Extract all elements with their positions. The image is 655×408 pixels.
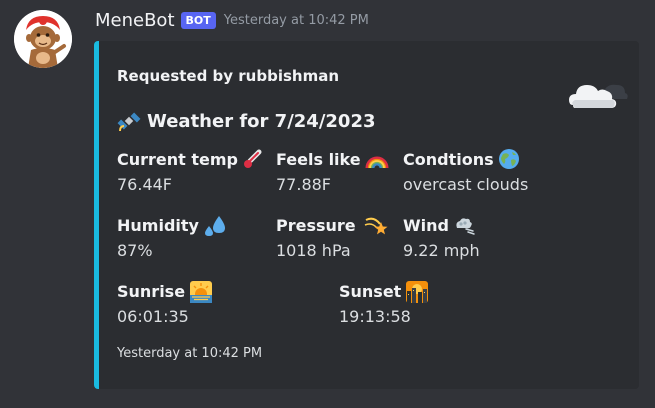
message-timestamp: Yesterday at 10:42 PM [223, 12, 369, 28]
sunrise-icon [189, 280, 213, 303]
field-sunrise-name: Sunrise [117, 281, 186, 301]
city-sunset-icon [405, 280, 429, 303]
username[interactable]: MeneBot [95, 10, 175, 31]
field-current-temp-value: 76.44F [117, 175, 173, 194]
field-sunset-name: Sunset [339, 281, 402, 301]
field-pressure-name: Pressure [276, 215, 356, 235]
weather-embed: Requested by rubbishman Weather for 7/24… [94, 41, 639, 389]
avatar[interactable] [14, 10, 72, 68]
field-sunset-value: 19:13:58 [339, 307, 411, 326]
field-humidity-name: Humidity [117, 215, 199, 235]
field-feels-like-value: 77.88F [276, 175, 332, 194]
field-wind-name: Wind [403, 215, 449, 235]
field-current-temp-name: Current temp [117, 149, 238, 169]
rainbow-icon [365, 148, 389, 170]
field-pressure-value: 1018 hPa [276, 241, 351, 260]
dizzy-star-icon [364, 214, 388, 236]
field-humidity-value: 87% [117, 241, 153, 260]
field-sunset: Sunset 19:13:58 [339, 279, 429, 326]
monkey-avatar-icon [14, 10, 72, 68]
field-current-temp: Current temp 76.44F [117, 147, 264, 194]
field-humidity: Humidity 87% [117, 213, 225, 260]
embed-title-text: Weather for 7/24/2023 [147, 110, 376, 132]
wind-icon [453, 214, 475, 236]
satellite-icon [117, 109, 141, 133]
field-conditions: Condtions overcast clouds [403, 147, 528, 194]
field-feels-like-name: Feels like [276, 149, 361, 169]
field-sunrise-value: 06:01:35 [117, 307, 189, 326]
droplets-icon [203, 214, 225, 236]
field-conditions-name: Condtions [403, 149, 494, 169]
bot-badge: BOT [180, 11, 216, 29]
embed-author: Requested by rubbishman [117, 67, 340, 85]
field-pressure: Pressure 1018 hPa [276, 213, 388, 260]
chat-message: MeneBot BOT Yesterday at 10:42 PM Reques… [0, 0, 655, 408]
thermometer-icon [242, 148, 264, 170]
field-wind-value: 9.22 mph [403, 241, 480, 260]
embed-title: Weather for 7/24/2023 [117, 109, 376, 133]
cloud-icon[interactable] [567, 75, 629, 111]
embed-footer-timestamp: Yesterday at 10:42 PM [117, 346, 263, 361]
message-header: MeneBot BOT Yesterday at 10:42 PM [95, 8, 369, 32]
field-sunrise: Sunrise 06:01:35 [117, 279, 213, 326]
field-feels-like: Feels like 77.88F [276, 147, 389, 194]
field-wind: Wind 9.22 mph [403, 213, 480, 261]
field-conditions-value: overcast clouds [403, 175, 529, 194]
globe-icon [498, 148, 520, 170]
